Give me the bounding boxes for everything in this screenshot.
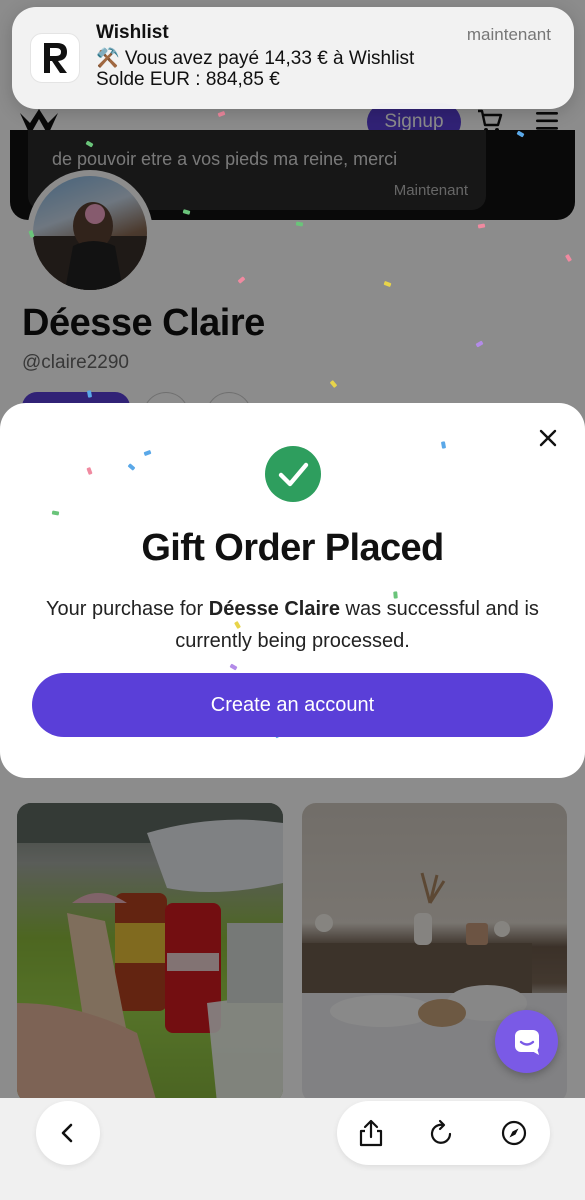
reload-icon: [430, 1119, 452, 1144]
push-notification[interactable]: Wishlist maintenant ⚒️ Vous avez payé 14…: [12, 7, 574, 109]
share-icon: [359, 1119, 383, 1147]
confetti-piece: [440, 441, 447, 449]
chat-launcher[interactable]: [495, 1010, 558, 1073]
back-button[interactable]: [36, 1101, 100, 1165]
notification-line-1: ⚒️ Vous avez payé 14,33 € à Wishlist: [96, 48, 415, 69]
browser-toolbar: [0, 1098, 585, 1200]
success-badge: [265, 446, 321, 502]
modal-desc-name: Déesse Claire: [208, 598, 340, 620]
modal-title: Gift Order Placed: [141, 527, 444, 569]
close-icon: [539, 429, 557, 447]
compass-button[interactable]: [496, 1115, 532, 1151]
share-button[interactable]: [353, 1115, 389, 1151]
notification-line-2: Solde EUR : 884,85 €: [96, 69, 280, 90]
browser-actions: [337, 1101, 550, 1165]
notification-app-name: Wishlist: [96, 22, 169, 43]
confetti-piece: [229, 663, 238, 671]
confetti-piece: [127, 463, 136, 471]
confetti-piece: [143, 449, 152, 457]
r-logo-icon: [30, 33, 80, 83]
modal-description: Your purchase for Déesse Claire was succ…: [35, 593, 550, 657]
chat-icon: [514, 1029, 539, 1055]
gift-order-modal: Gift Order Placed Your purchase for Dées…: [0, 403, 585, 778]
reload-button[interactable]: [424, 1115, 460, 1151]
notification-time: maintenant: [466, 25, 551, 44]
confetti-piece: [51, 510, 60, 516]
modal-desc-prefix: Your purchase for: [46, 598, 209, 620]
check-icon: [278, 462, 309, 487]
close-button[interactable]: [533, 423, 563, 453]
chevron-left-icon: [61, 1123, 73, 1143]
compass-icon: [501, 1120, 527, 1146]
create-account-button[interactable]: Create an account: [32, 673, 553, 737]
confetti-piece: [86, 467, 93, 475]
